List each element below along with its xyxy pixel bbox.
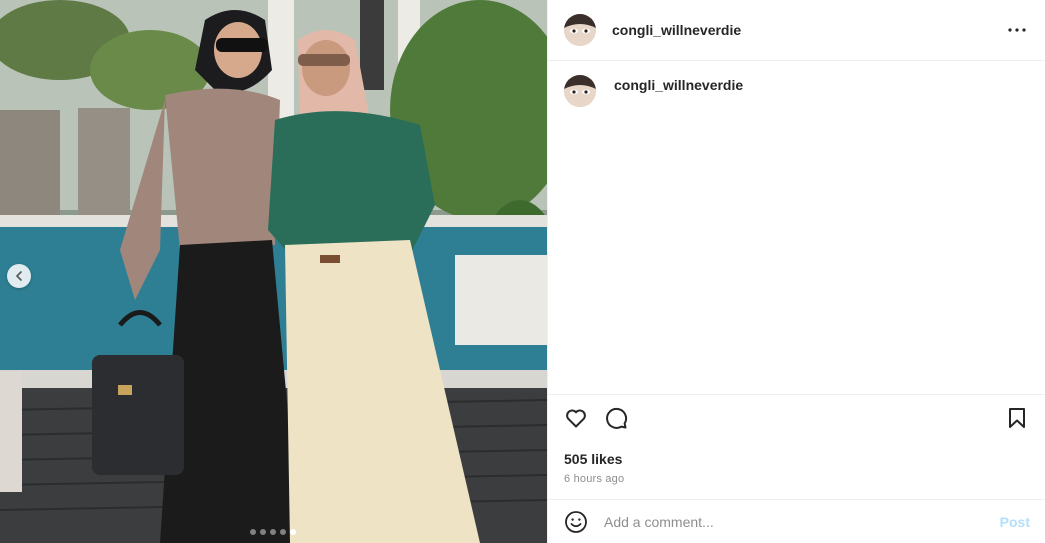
caption-avatar[interactable] bbox=[564, 75, 596, 107]
comment-button[interactable] bbox=[604, 406, 628, 430]
chevron-left-icon bbox=[15, 271, 22, 281]
carousel-dot bbox=[250, 529, 256, 535]
carousel-dot-active bbox=[290, 529, 296, 535]
emoji-button[interactable] bbox=[564, 510, 588, 534]
avatar-image bbox=[564, 75, 596, 107]
header-username[interactable]: congli_willneverdie bbox=[612, 22, 741, 38]
post-details-panel: congli_willneverdie congli_willneverdie … bbox=[547, 0, 1045, 543]
bookmark-icon bbox=[1009, 408, 1025, 428]
like-button[interactable] bbox=[564, 406, 588, 430]
post-header: congli_willneverdie bbox=[548, 0, 1045, 61]
caption-row: congli_willneverdie bbox=[564, 75, 1029, 107]
add-comment-bar: Post bbox=[548, 499, 1045, 543]
heart-icon bbox=[566, 409, 586, 428]
post-timestamp[interactable]: 6 hours ago bbox=[548, 467, 1045, 485]
avatar[interactable] bbox=[564, 14, 596, 46]
comment-icon bbox=[606, 407, 628, 429]
comment-input[interactable] bbox=[604, 513, 1000, 530]
likes-count[interactable]: 505 likes bbox=[548, 441, 1045, 467]
instagram-post: congli_willneverdie congli_willneverdie … bbox=[0, 0, 1045, 543]
more-options-button[interactable] bbox=[1005, 18, 1029, 42]
post-media[interactable] bbox=[0, 0, 547, 543]
emoji-icon bbox=[565, 510, 587, 533]
carousel-dot bbox=[280, 529, 286, 535]
more-options-icon bbox=[1008, 28, 1026, 32]
caption-username[interactable]: congli_willneverdie bbox=[614, 77, 743, 93]
post-comment-button[interactable]: Post bbox=[1000, 514, 1030, 530]
action-bar bbox=[548, 395, 1045, 441]
carousel-dot bbox=[260, 529, 266, 535]
post-photo bbox=[0, 0, 547, 543]
carousel-prev-button[interactable] bbox=[7, 264, 31, 288]
carousel-dot bbox=[270, 529, 276, 535]
save-button[interactable] bbox=[1005, 406, 1029, 430]
avatar-image bbox=[564, 14, 596, 46]
carousel-indicator bbox=[250, 529, 296, 535]
comments-section: congli_willneverdie bbox=[548, 61, 1045, 395]
